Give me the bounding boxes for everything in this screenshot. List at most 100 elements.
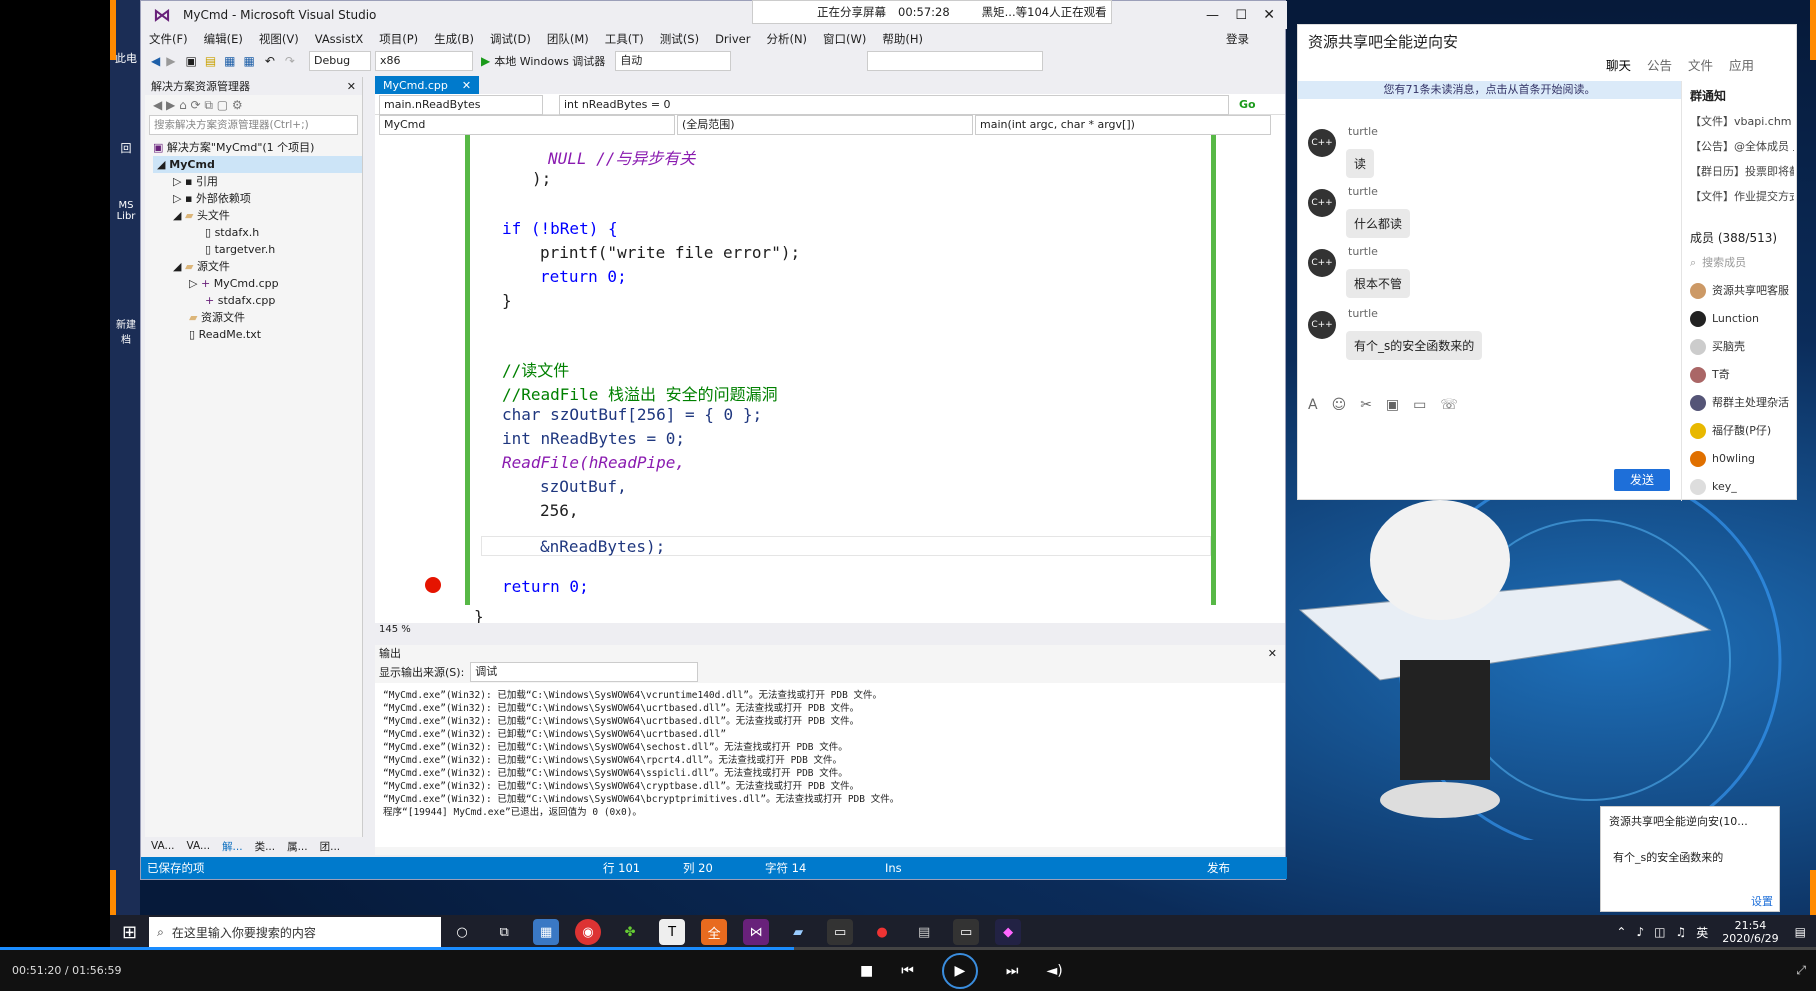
minimize-icon[interactable]: —: [1206, 8, 1219, 23]
save-all-icon[interactable]: ▦: [244, 54, 255, 68]
forward-icon[interactable]: ▶: [166, 54, 175, 68]
tab-announcements[interactable]: 公告: [1647, 55, 1672, 74]
disk-icon[interactable]: ▤: [911, 919, 937, 945]
popup-settings-link[interactable]: 设置: [1751, 893, 1773, 909]
task-view-icon[interactable]: ⧉: [491, 919, 517, 945]
menu-tools[interactable]: 工具(T): [605, 31, 644, 47]
microphone-icon[interactable]: ♪: [1636, 925, 1644, 939]
menu-test[interactable]: 测试(S): [660, 31, 699, 47]
file-targetver-h[interactable]: ▯ targetver.h: [153, 241, 362, 258]
go-button[interactable]: Go: [1239, 98, 1256, 111]
desktop-icon-recycle[interactable]: 回: [112, 140, 140, 156]
emoji-icon[interactable]: ☺: [1332, 397, 1347, 413]
explorer-icon[interactable]: ▦: [533, 919, 560, 945]
member-item[interactable]: 福仔馥(P仔): [1690, 417, 1794, 445]
file-stdafx-cpp[interactable]: + stdafx.cpp: [153, 292, 362, 309]
member-item[interactable]: Lunction: [1690, 305, 1794, 333]
scope-function-select[interactable]: main(int argc, char * argv[]): [975, 115, 1271, 135]
menu-file[interactable]: 文件(F): [149, 31, 188, 47]
menu-view[interactable]: 视图(V): [259, 31, 299, 47]
refs-node[interactable]: ▷ ▪ 引用: [153, 173, 362, 190]
ime-indicator[interactable]: 英: [1696, 924, 1708, 941]
member-item[interactable]: h0wling: [1690, 445, 1794, 473]
menu-edit[interactable]: 编辑(E): [204, 31, 243, 47]
next-icon[interactable]: ⏭: [1006, 963, 1019, 979]
close-icon[interactable]: ✕: [1263, 7, 1275, 23]
source-files-node[interactable]: ◢ ▰ 源文件: [153, 258, 362, 275]
cortana-icon[interactable]: ○: [449, 919, 475, 945]
save-icon[interactable]: ▦: [224, 54, 235, 68]
tab-va-view[interactable]: VA...: [187, 840, 211, 852]
desktop-icon-newdoc[interactable]: 新建 档: [112, 316, 140, 346]
file-mycmd-cpp[interactable]: ▷ + MyCmd.cpp: [153, 275, 362, 292]
media-app-icon[interactable]: ◆: [995, 919, 1022, 945]
login-link[interactable]: 登录: [1226, 31, 1249, 47]
unread-banner[interactable]: 您有71条未读消息，点击从首条开始阅读。: [1298, 81, 1681, 99]
project-node[interactable]: ◢ MyCmd: [153, 156, 362, 173]
chat-notification-popup[interactable]: 资源共享吧全能逆向安(10... 有个_s的安全函数来的 设置: [1600, 806, 1780, 912]
desktop-icon-thispc[interactable]: 此电: [112, 50, 140, 66]
member-item[interactable]: key_: [1690, 473, 1794, 501]
member-item[interactable]: 买脑壳: [1690, 333, 1794, 361]
clock-time[interactable]: 21:54: [1722, 919, 1778, 932]
start-debug-button[interactable]: 本地 Windows 调试器: [494, 53, 605, 69]
image-icon[interactable]: ▣: [1386, 397, 1399, 413]
notebook-icon[interactable]: ▰: [785, 919, 811, 945]
config-select[interactable]: Debug: [308, 51, 371, 71]
notice-item[interactable]: 【公告】@全体成员 上课: [1690, 134, 1794, 159]
tray-chevron-icon[interactable]: ⌃: [1616, 925, 1626, 939]
close-icon[interactable]: ✕: [347, 80, 356, 93]
typora-icon[interactable]: T: [659, 919, 686, 945]
open-file-icon[interactable]: ▤: [205, 54, 216, 68]
notice-item[interactable]: 【群日历】投票即将截止: [1690, 159, 1794, 184]
menu-help[interactable]: 帮助(H): [882, 31, 923, 47]
member-search[interactable]: ⌕ 搜索成员: [1690, 249, 1794, 277]
member-item[interactable]: T奇: [1690, 361, 1794, 389]
chrome-icon[interactable]: ◉: [575, 919, 602, 945]
tab-mycmd-cpp[interactable]: MyCmd.cpp ✕: [375, 76, 480, 94]
taskbar-search[interactable]: ⌕ 在这里输入你要搜索的内容: [149, 917, 442, 947]
menu-analyze[interactable]: 分析(N): [766, 31, 807, 47]
maximize-icon[interactable]: ☐: [1235, 8, 1247, 23]
close-icon[interactable]: ✕: [462, 79, 471, 92]
clock-date[interactable]: 2020/6/29: [1722, 932, 1778, 945]
console-icon[interactable]: ▭: [953, 919, 980, 945]
menu-vassistx[interactable]: VAssistX: [315, 32, 364, 46]
font-icon[interactable]: A: [1308, 397, 1318, 413]
tab-apps[interactable]: 应用: [1729, 55, 1754, 74]
publish-button[interactable]: 发布: [1207, 860, 1230, 876]
back-icon[interactable]: ◀: [151, 54, 160, 68]
menu-build[interactable]: 生成(B): [434, 31, 474, 47]
tab-properties[interactable]: 属...: [287, 839, 308, 854]
desktop-icon-msdn[interactable]: MS Libr: [112, 200, 140, 222]
tab-chat[interactable]: 聊天: [1606, 55, 1631, 74]
volume-icon[interactable]: ◄): [1046, 963, 1062, 979]
member-item[interactable]: 帮群主处理杂活: [1690, 389, 1794, 417]
nav-definition-select[interactable]: int nReadBytes = 0: [559, 94, 1229, 115]
network-icon[interactable]: ◫: [1654, 925, 1665, 939]
scope-global-select[interactable]: (全局范围): [677, 115, 973, 135]
tab-files[interactable]: 文件: [1688, 55, 1713, 74]
clover-icon[interactable]: ✤: [617, 919, 643, 945]
notice-item[interactable]: 【文件】作业提交方式.c: [1690, 184, 1794, 209]
avatar[interactable]: C++: [1308, 249, 1336, 277]
member-item[interactable]: 资源共享吧客服: [1690, 277, 1794, 305]
notification-center-icon[interactable]: ▤: [1795, 925, 1806, 939]
tab-solution[interactable]: 解...: [222, 839, 243, 854]
file-stdafx-h[interactable]: ▯ stdafx.h: [153, 224, 362, 241]
breakpoint-icon[interactable]: [425, 577, 441, 593]
avatar[interactable]: C++: [1308, 311, 1336, 339]
stop-icon[interactable]: ■: [860, 963, 873, 979]
menu-project[interactable]: 项目(P): [379, 31, 418, 47]
record-icon[interactable]: ●: [869, 919, 895, 945]
phone-icon[interactable]: ☏: [1440, 397, 1458, 413]
menu-driver[interactable]: Driver: [715, 32, 750, 46]
tab-class[interactable]: 类...: [255, 839, 276, 854]
se-search-input[interactable]: 搜索解决方案资源管理器(Ctrl+;): [149, 115, 358, 135]
redo-icon[interactable]: ↷: [285, 54, 295, 68]
undo-icon[interactable]: ↶: [265, 54, 275, 68]
solution-config-select[interactable]: 自动: [615, 51, 732, 71]
app-quan-icon[interactable]: 全: [701, 919, 728, 945]
file-readme[interactable]: ▯ ReadMe.txt: [153, 326, 362, 343]
start-icon[interactable]: ⊞: [122, 922, 137, 943]
